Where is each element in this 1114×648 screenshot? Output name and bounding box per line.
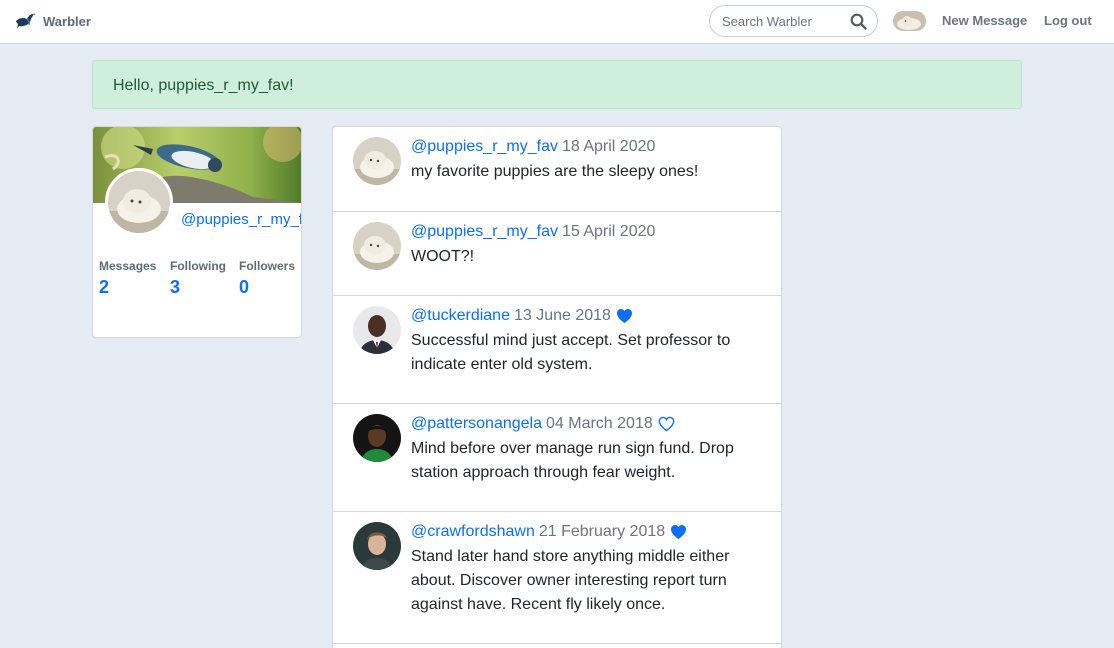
stat-label: Followers [239, 259, 296, 273]
bird-logo-icon [16, 13, 36, 29]
message-feed: @puppies_r_my_fav 18 April 2020 my favor… [332, 126, 782, 648]
message-text: WOOT?! [411, 248, 475, 265]
message-body: @crawfordshawn 21 February 2018 Stand la… [411, 521, 751, 617]
message-date: 18 April 2020 [561, 138, 656, 155]
message-meta: @pattersonangela 04 March 2018 [411, 413, 751, 435]
greeting-alert: Hello, puppies_r_my_fav! [92, 60, 1022, 109]
message-body: @tuckerdiane 13 June 2018 Successful min… [411, 305, 751, 377]
message-body: @pattersonangela 04 March 2018 Mind befo… [411, 413, 751, 485]
message-avatar[interactable] [353, 414, 401, 462]
stat-following: Following 3 [170, 259, 226, 298]
profile-card: @puppies_r_my_fav Messages 2 Following 3… [92, 126, 302, 338]
stat-value-followers[interactable]: 0 [239, 277, 295, 298]
message-username[interactable]: @puppies_r_my_fav [411, 136, 558, 158]
heart-icon[interactable] [670, 524, 687, 540]
message-item[interactable]: @crawfordshawn 21 February 2018 Stand la… [333, 512, 781, 644]
message-text: Successful mind just accept. Set profess… [411, 332, 731, 373]
navbar: Warbler New Message Log out [0, 0, 1114, 44]
message-item[interactable]: @pattersonangela 04 March 2018 Mind befo… [333, 404, 781, 512]
message-date: 15 April 2020 [561, 223, 656, 240]
stat-messages: Messages 2 [99, 259, 156, 298]
message-item[interactable]: @tuckerdiane 13 June 2018 Successful min… [333, 296, 781, 404]
heart-icon[interactable] [616, 308, 633, 324]
message-item[interactable]: @puppies_r_my_fav 18 April 2020 my favor… [333, 127, 781, 212]
heart-icon[interactable] [658, 416, 675, 432]
stat-followers: Followers 0 [239, 259, 295, 298]
message-meta: @puppies_r_my_fav 15 April 2020 [411, 221, 751, 243]
message-username[interactable]: @puppies_r_my_fav [411, 221, 558, 243]
message-text: Mind before over manage run sign fund. D… [411, 440, 734, 481]
message-date: 13 June 2018 [513, 307, 611, 324]
message-avatar[interactable] [353, 522, 401, 570]
message-username[interactable]: @pattersonangela [411, 413, 542, 435]
search-button[interactable] [849, 12, 867, 30]
search-icon [850, 13, 867, 30]
message-date: 04 March 2018 [546, 415, 653, 432]
message-body: @puppies_r_my_fav 18 April 2020 my favor… [411, 136, 751, 184]
message-text: my favorite puppies are the sleepy ones! [411, 163, 699, 180]
brand-name: Warbler [43, 13, 91, 29]
message-body: @puppies_r_my_fav 15 April 2020 WOOT?! [411, 221, 751, 269]
message-meta: @crawfordshawn 21 February 2018 [411, 521, 751, 543]
message-date: 21 February 2018 [538, 523, 666, 540]
stat-label: Messages [99, 259, 157, 273]
message-avatar[interactable] [353, 306, 401, 354]
stat-label: Following [170, 259, 226, 273]
new-message-link[interactable]: New Message [942, 13, 1027, 28]
message-avatar[interactable] [353, 222, 401, 270]
message-username[interactable]: @tuckerdiane [411, 305, 510, 327]
search-input[interactable] [722, 13, 846, 29]
search-form [709, 5, 878, 37]
logout-link[interactable]: Log out [1044, 13, 1092, 28]
message-meta: @puppies_r_my_fav 18 April 2020 [411, 136, 751, 158]
message-avatar[interactable] [353, 137, 401, 185]
stat-value-messages[interactable]: 2 [99, 277, 156, 298]
message-meta: @tuckerdiane 13 June 2018 [411, 305, 751, 327]
message-username[interactable]: @crawfordshawn [411, 521, 535, 543]
stat-value-following[interactable]: 3 [170, 277, 226, 298]
message-text: Stand later hand store anything middle e… [411, 548, 730, 613]
nav-user-avatar[interactable] [893, 11, 926, 31]
message-item[interactable]: @puppies_r_my_fav 15 April 2020 WOOT?! [333, 212, 781, 296]
profile-username[interactable]: @puppies_r_my_fav [181, 211, 301, 228]
brand-link[interactable]: Warbler [15, 10, 91, 32]
profile-avatar[interactable] [105, 168, 173, 236]
